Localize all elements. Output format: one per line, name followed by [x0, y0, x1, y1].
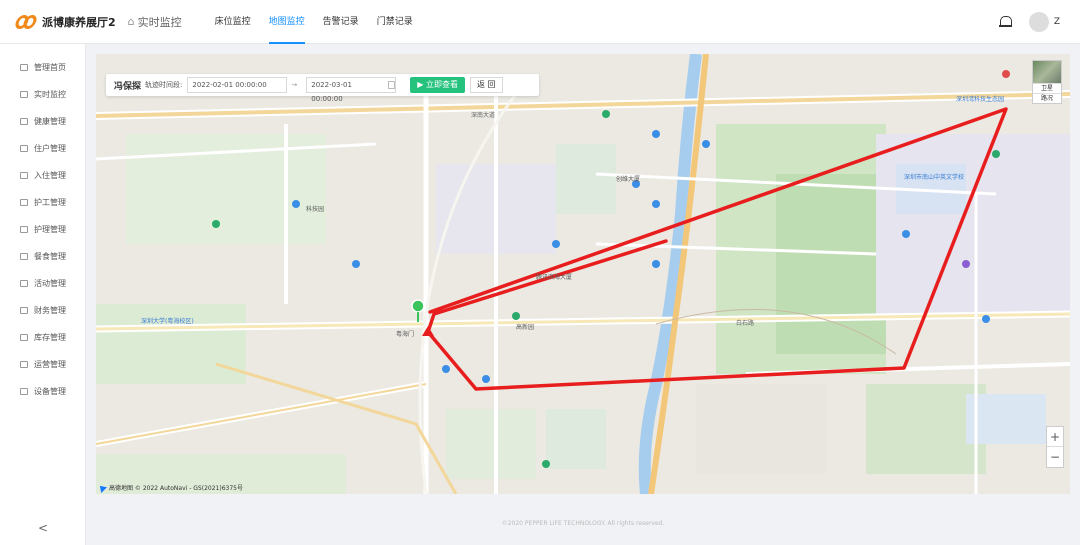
trajectory-search-bar: 冯保探 轨迹时间段: 2022-02-01 00:00:00 → 2022-03…: [106, 74, 539, 103]
zoom-in-button[interactable]: +: [1047, 427, 1063, 447]
top-bar: 派博康养展厅2 ⌂ 实时监控 床位监控 地图监控 告警记录 门禁记录 Z: [0, 0, 1080, 44]
sidebar-item-label: 健康管理: [34, 117, 66, 126]
sidebar-item-checkin[interactable]: 入住管理: [0, 162, 85, 189]
section-title: 实时监控: [137, 15, 182, 29]
map-label-nanshan-school: 深圳市南山中英文学校: [904, 174, 965, 181]
start-time-input[interactable]: 2022-02-01 00:00:00: [187, 77, 288, 93]
sidebar-item-label: 活动管理: [34, 279, 66, 288]
user-initial[interactable]: Z: [1054, 17, 1060, 27]
nav-bed-monitor[interactable]: 床位监控: [206, 0, 260, 44]
footer-copyright: ©2020 PEPPER LIFE TECHNOLOGY. All rights…: [501, 520, 665, 527]
sidebar-item-label: 财务管理: [34, 306, 66, 315]
monitor-icon: [20, 334, 28, 341]
monitor-icon: [20, 118, 28, 125]
person-name: 冯保探: [114, 81, 142, 92]
sidebar-item-operations[interactable]: 运营管理: [0, 351, 85, 378]
range-separator: →: [291, 81, 298, 89]
end-time-input[interactable]: 2022-03-01 00:00:00: [306, 77, 397, 103]
brand-name: 派博康养展厅2: [42, 15, 116, 29]
amap-logo-icon: [97, 482, 107, 493]
sidebar-item-finance[interactable]: 财务管理: [0, 297, 85, 324]
map-canvas[interactable]: [96, 54, 1070, 494]
sidebar-item-label: 护工管理: [34, 198, 66, 207]
back-button[interactable]: 返 回: [469, 77, 503, 93]
home-icon: ⌂: [127, 15, 135, 28]
monitor-icon: [20, 307, 28, 314]
monitor-icon: [20, 280, 28, 287]
zoom-control: + −: [1046, 426, 1064, 468]
sidebar-item-label: 住户管理: [34, 144, 66, 153]
monitor-icon: [20, 226, 28, 233]
sidebar-item-label: 库存管理: [34, 333, 66, 342]
sidebar-item-label: 实时监控: [34, 90, 66, 99]
map-attribution: 高德地图 © 2022 AutoNavi - GS(2021)6375号: [97, 482, 243, 493]
sidebar-item-realtime[interactable]: 实时监控: [0, 81, 85, 108]
sidebar-item-home[interactable]: 管理首页: [0, 54, 85, 81]
calendar-icon[interactable]: [387, 81, 396, 89]
sidebar-item-inventory[interactable]: 库存管理: [0, 324, 85, 351]
map-type-switch: 卫星 路况: [1032, 60, 1062, 104]
monitor-icon: [20, 91, 28, 98]
map-label-shenzhenwan: 深圳湾科技生态园: [956, 96, 1005, 103]
nav-access-records[interactable]: 门禁记录: [368, 0, 422, 44]
bed-icon: [20, 172, 28, 179]
nav-alarm-records[interactable]: 告警记录: [314, 0, 368, 44]
bell-icon[interactable]: [998, 15, 1012, 29]
sidebar-item-caregiver[interactable]: 护工管理: [0, 189, 85, 216]
map-label-chuangwei: 创维大厦: [616, 176, 641, 183]
monitor-icon: [20, 361, 28, 368]
sidebar-item-activities[interactable]: 活动管理: [0, 270, 85, 297]
logo[interactable]: 派博康养展厅2: [13, 14, 116, 30]
sidebar-item-label: 餐食管理: [34, 252, 66, 261]
sidebar-item-meals[interactable]: 餐食管理: [0, 243, 85, 270]
sidebar: 管理首页 实时监控 健康管理 住户管理 入住管理 护工管理 护理管理 餐食管理 …: [0, 44, 86, 545]
device-icon: [20, 388, 28, 395]
zoom-out-button[interactable]: −: [1047, 447, 1063, 467]
map-label-shenzhen-univ: 深圳大学(粤海校区): [141, 318, 194, 325]
sidebar-item-label: 管理首页: [34, 63, 66, 72]
map-label-gaoxin: 高新园: [516, 324, 535, 331]
sidebar-item-label: 护理管理: [34, 225, 66, 234]
monitor-icon: [20, 253, 28, 260]
map-label-kejiyuan: 科技园: [306, 206, 325, 213]
monitor-icon: [20, 64, 28, 71]
sidebar-item-health[interactable]: 健康管理: [0, 108, 85, 135]
sidebar-item-devices[interactable]: 设备管理: [0, 378, 85, 405]
nav-map-monitor[interactable]: 地图监控: [260, 0, 314, 44]
top-nav: 床位监控 地图监控 告警记录 门禁记录: [206, 0, 422, 44]
sidebar-item-label: 运营管理: [34, 360, 66, 369]
time-range-label: 轨迹时间段:: [145, 81, 183, 89]
view-now-button[interactable]: ▶ 立即查看: [410, 77, 465, 93]
user-icon: [20, 199, 28, 206]
avatar[interactable]: [1028, 12, 1049, 32]
logo-icon: [13, 14, 39, 29]
satellite-toggle[interactable]: 卫星: [1033, 83, 1061, 93]
user-icon: [20, 145, 28, 152]
map-label-yuehai: 粤海门: [396, 331, 415, 338]
map-view[interactable]: 深南大道 白石路 深圳大学(粤海校区) 高新园 深圳湾科技生态园 深圳市南山中英…: [96, 54, 1070, 494]
sidebar-item-nursing[interactable]: 护理管理: [0, 216, 85, 243]
sidebar-item-label: 设备管理: [34, 387, 66, 396]
traffic-toggle[interactable]: 路况: [1033, 93, 1061, 103]
map-label-tencent: 腾讯滨海大厦: [536, 274, 573, 281]
satellite-thumbnail[interactable]: [1033, 61, 1061, 83]
collapse-sidebar-icon[interactable]: <: [38, 521, 48, 535]
sidebar-item-residents[interactable]: 住户管理: [0, 135, 85, 162]
road-label-baishi: 白石路: [736, 320, 755, 327]
road-label-shennan: 深南大道: [471, 112, 496, 119]
sidebar-item-label: 入住管理: [34, 171, 66, 180]
